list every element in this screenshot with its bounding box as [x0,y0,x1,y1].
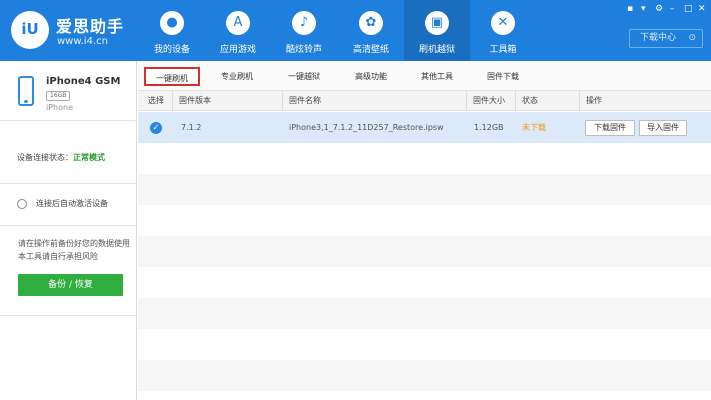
empty-row [138,236,711,267]
flower-icon: ✿ [359,11,383,35]
connection-label: 设备连接状态： [17,153,73,162]
device-name: iPhone4 GSM [46,76,121,87]
device-card[interactable]: iPhone4 GSM 16GB iPhone [0,61,136,121]
tab-bar: 一键刷机 专业刷机 一键越狱 高级功能 其他工具 固件下载 [138,61,711,91]
col-size: 固件大小 [466,91,515,111]
nav-label: 酷炫铃声 [285,45,322,55]
download-center-label: 下载中心 [640,33,677,43]
col-select: 选择 [148,96,164,105]
firmware-name: iPhone3,1_7.1.2_11D257_Restore.ipsw [289,123,444,132]
download-firmware-button[interactable]: 下载固件 [585,120,635,136]
bell-icon: ♪ [292,11,316,35]
app-store-icon: A [226,11,250,35]
phone-icon [18,76,34,106]
minimize-icon[interactable]: – [670,4,675,14]
nav-label: 应用游戏 [219,45,256,55]
firmware-table: 选择 固件版本 固件名称 固件大小 状态 操作 ✓ 7.1.2 iPhone3,… [138,91,711,400]
empty-row [138,205,711,236]
empty-row [138,267,711,298]
tab-one-click-flash[interactable]: 一键刷机 [144,67,200,86]
col-name: 固件名称 [282,91,466,111]
table-row[interactable]: ✓ 7.1.2 iPhone3,1_7.1.2_11D257_Restore.i… [138,112,711,143]
firmware-size: 1.12GB [474,123,504,132]
divider [0,315,136,316]
risk-notice: 请在操作前备份好您的数据使用本工具请自行承担风险 [18,239,130,261]
tab-other-tools[interactable]: 其他工具 [412,67,462,86]
firmware-status: 未下载 [522,123,546,132]
skin-icon[interactable]: ▾ [641,4,646,14]
tab-pro-flash[interactable]: 专业刷机 [212,67,262,86]
brand-url: www.i4.cn [57,36,108,47]
tab-firmware-download[interactable]: 固件下载 [478,67,528,86]
check-icon[interactable]: ✓ [150,122,162,134]
nav-my-device[interactable]: ● 我的设备 [139,0,205,61]
settings-icon[interactable]: ⚙ [655,4,663,14]
empty-row [138,298,711,329]
auto-activate-radio[interactable] [17,199,27,209]
nav-label: 工具箱 [489,45,517,55]
nav-wallpapers[interactable]: ✿ 高清壁纸 [338,0,404,61]
device-model: iPhone [46,103,74,112]
nav-apps-games[interactable]: A 应用游戏 [205,0,271,61]
maximize-icon[interactable]: □ [684,4,693,14]
backup-restore-button[interactable]: 备份 / 恢复 [18,274,123,296]
tab-advanced[interactable]: 高级功能 [346,67,396,86]
tab-one-click-jailbreak[interactable]: 一键越狱 [279,67,329,86]
auto-activate-label: 连接后自动激活设备 [36,199,108,208]
firmware-version: 7.1.2 [181,123,202,132]
connection-value: 正常模式 [73,153,105,162]
col-version: 固件版本 [172,91,282,111]
nav-flash-jailbreak[interactable]: ▣ 刷机越狱 [404,0,470,61]
nav-label: 高清壁纸 [352,45,389,55]
tools-icon: ✕ [491,11,515,35]
divider [0,225,136,226]
empty-row [138,174,711,205]
app-logo: iU [11,11,49,49]
download-icon: ⊙ [688,33,696,43]
brand-title: 爱思助手 [56,17,125,36]
nav-toolbox[interactable]: ✕ 工具箱 [470,0,536,61]
app-header: iU 爱思助手 www.i4.cn ● 我的设备 A 应用游戏 ♪ 酷炫铃声 ✿… [0,0,711,61]
download-center-button[interactable]: 下载中心 ⊙ [629,29,703,48]
col-status: 状态 [515,91,579,111]
left-panel: iPhone4 GSM 16GB iPhone 设备连接状态：正常模式 连接后自… [0,61,137,400]
empty-row [138,329,711,360]
box-icon: ▣ [425,11,449,35]
logo-text: iU [21,20,39,38]
import-firmware-button[interactable]: 导入固件 [639,120,687,136]
nav-label: 刷机越狱 [418,45,455,55]
table-header: 选择 固件版本 固件名称 固件大小 状态 操作 [138,91,711,111]
divider [0,183,136,184]
close-icon[interactable]: ✕ [698,4,706,14]
apple-icon: ● [160,11,184,35]
device-capacity-badge: 16GB [46,91,71,101]
message-icon[interactable]: ▪ [627,4,633,14]
empty-row [138,143,711,174]
nav-label: 我的设备 [153,45,190,55]
nav-ringtones[interactable]: ♪ 酷炫铃声 [271,0,337,61]
connection-status: 设备连接状态：正常模式 [17,152,105,163]
col-actions: 操作 [579,91,711,111]
empty-row [138,360,711,391]
